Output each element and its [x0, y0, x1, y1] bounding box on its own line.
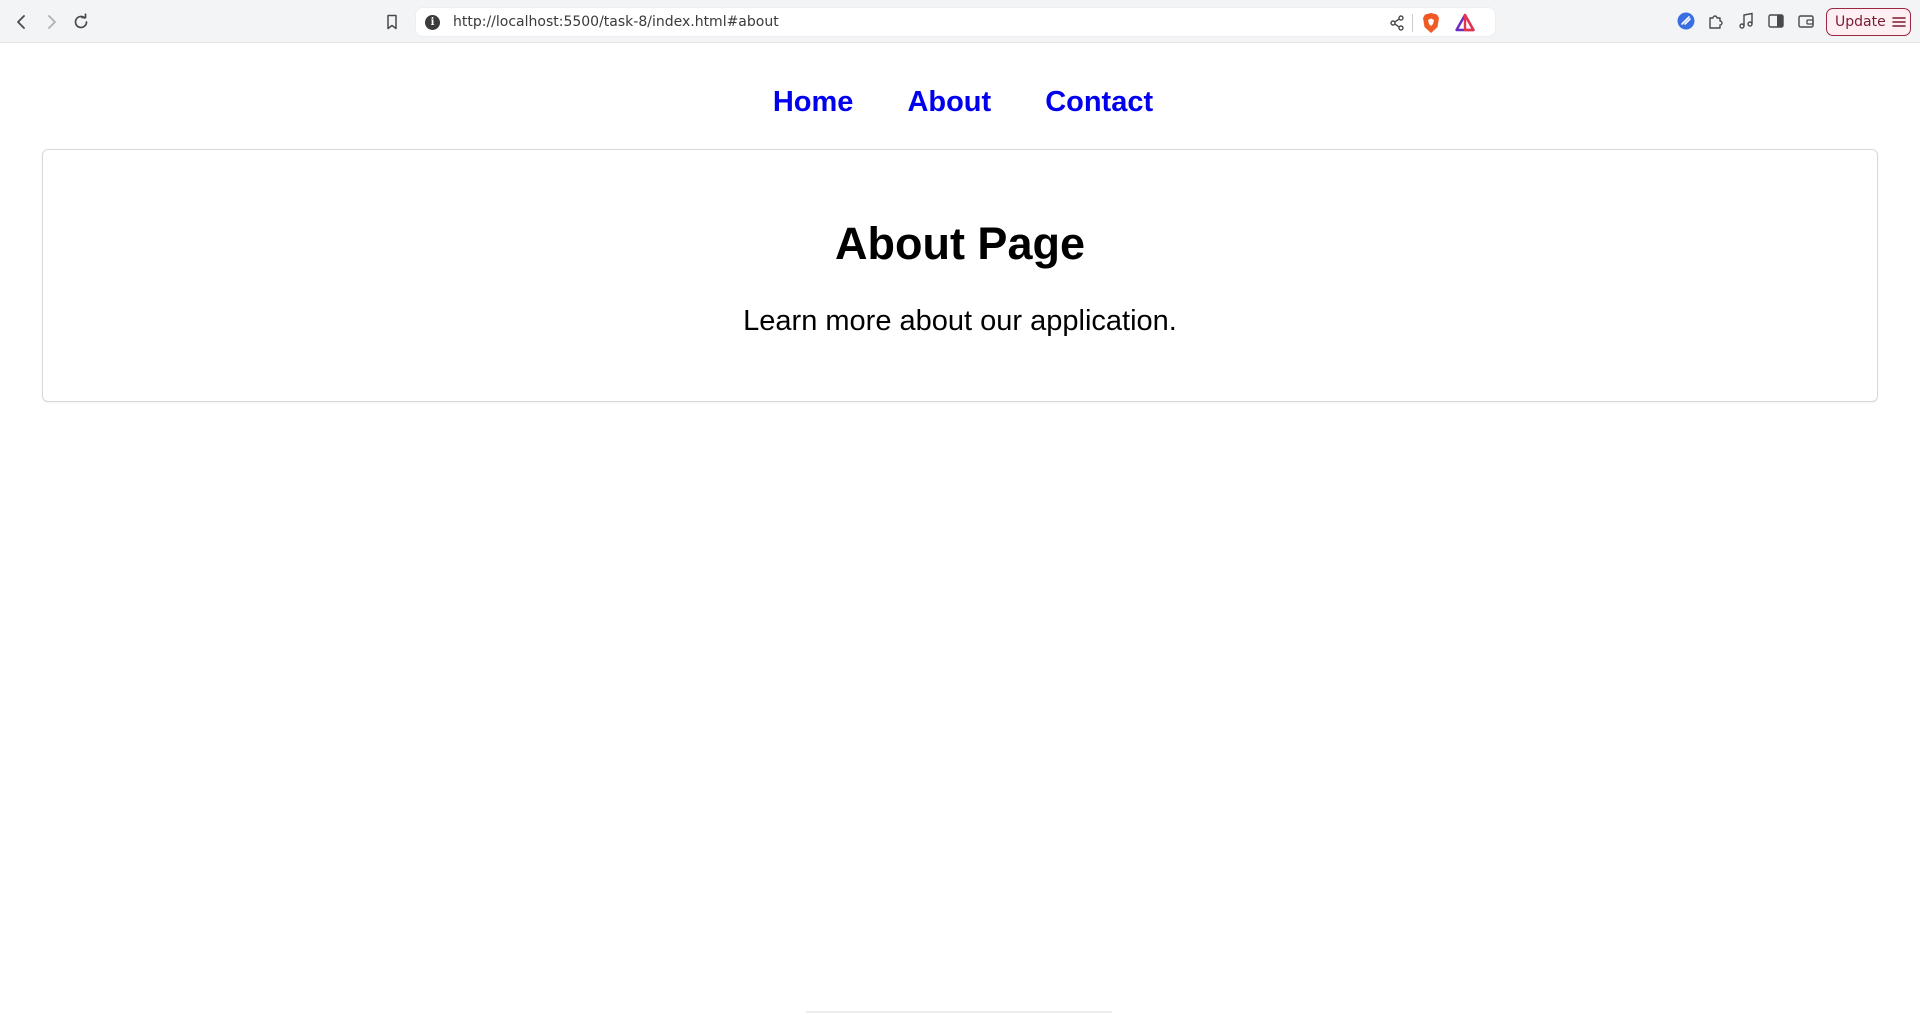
media-icon[interactable]	[1736, 11, 1756, 31]
brave-rewards-icon[interactable]	[1455, 13, 1475, 33]
nav-link-about[interactable]: About	[907, 78, 991, 126]
leo-ai-icon[interactable]	[1676, 11, 1696, 31]
bottom-divider	[806, 1011, 1112, 1013]
forward-icon	[48, 15, 56, 29]
back-icon	[17, 15, 25, 29]
nav-link-contact[interactable]: Contact	[1045, 78, 1153, 126]
forward-button[interactable]	[38, 9, 64, 35]
update-label: Update	[1835, 14, 1886, 30]
bookmark-button[interactable]	[379, 9, 405, 35]
nav-link-home[interactable]: Home	[773, 78, 854, 126]
update-button[interactable]: Update	[1826, 8, 1911, 36]
menu-icon	[1891, 17, 1906, 27]
back-button[interactable]	[9, 9, 35, 35]
extensions-icon[interactable]	[1706, 11, 1726, 31]
page-title: About Page	[834, 218, 1085, 269]
url-text[interactable]: http://localhost:5500/task-8/index.html#…	[453, 14, 779, 30]
address-bar[interactable]: i http://localhost:5500/task-8/index.htm…	[415, 7, 1496, 37]
brave-shield-icon[interactable]	[1421, 12, 1441, 34]
reload-icon	[74, 13, 88, 29]
reload-button[interactable]	[68, 9, 94, 35]
wallet-icon[interactable]	[1796, 11, 1816, 31]
about-card: About Page Learn more about our applicat…	[42, 149, 1878, 402]
url-separator	[1412, 14, 1413, 32]
sidebar-icon[interactable]	[1766, 11, 1786, 31]
share-icon[interactable]	[1388, 14, 1406, 32]
browser-toolbar: i http://localhost:5500/task-8/index.htm…	[0, 0, 1920, 43]
page-description: Learn more about our application.	[743, 305, 1177, 337]
bookmark-icon	[387, 14, 397, 30]
info-icon[interactable]: i	[425, 15, 440, 30]
main-nav: Home About Contact	[0, 78, 1920, 126]
